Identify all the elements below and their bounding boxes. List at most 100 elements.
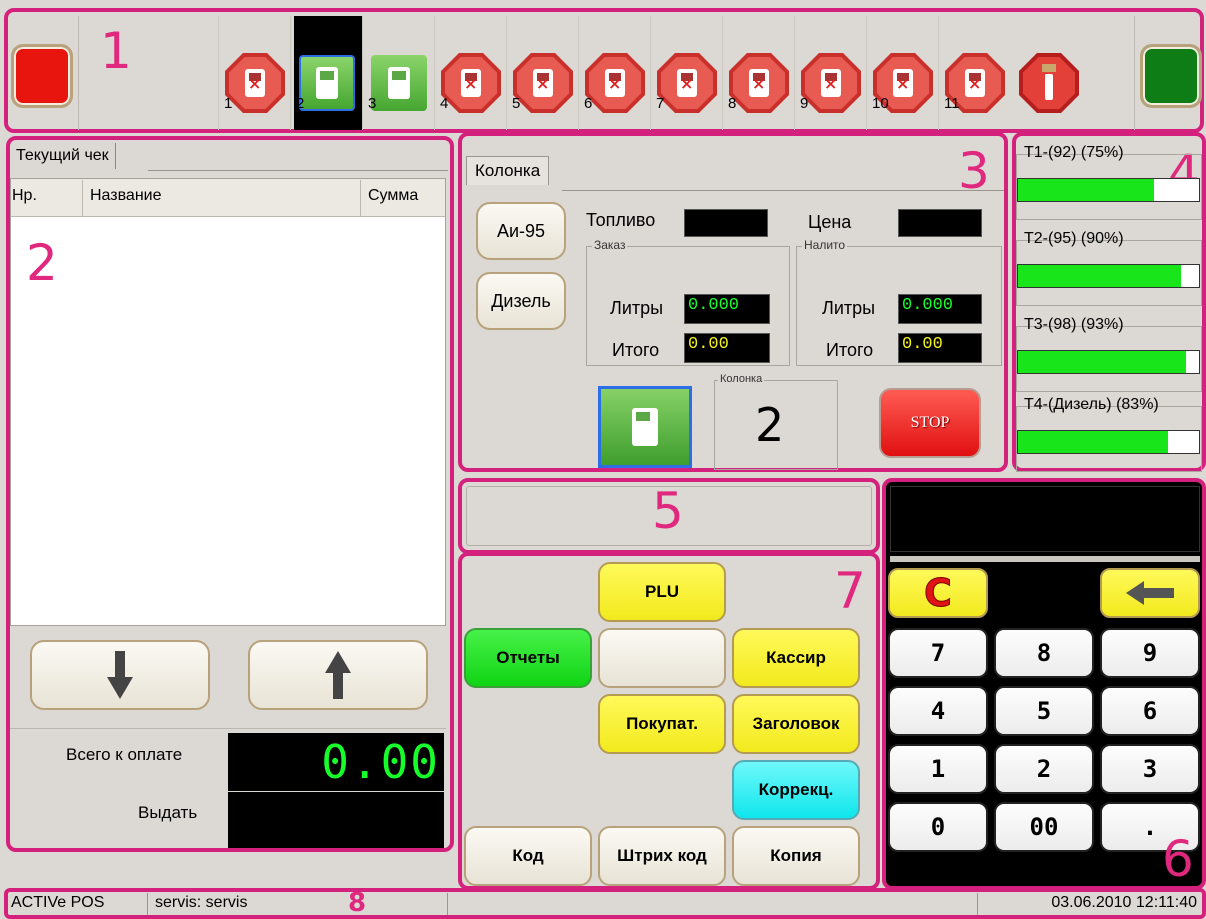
- tank-level-bar: [1017, 350, 1200, 374]
- tab-pump[interactable]: Колонка: [466, 156, 550, 185]
- keypad-key-9[interactable]: 9: [1100, 628, 1200, 678]
- status-user: servis: servis: [150, 893, 448, 915]
- tank-level-bar: [1017, 178, 1200, 202]
- region-number-8: 8: [348, 888, 367, 918]
- blocked-x-icon: ×: [896, 74, 910, 93]
- keypad-key-8[interactable]: 8: [994, 628, 1094, 678]
- keypad-key-5[interactable]: 5: [994, 686, 1094, 736]
- status-app-name: ACTIVe POS: [6, 893, 148, 915]
- tank-level-bar: [1017, 264, 1200, 288]
- receipt-list[interactable]: [10, 178, 446, 626]
- scroll-down-button[interactable]: [30, 640, 210, 710]
- poured-liters-value: 0.000: [898, 294, 982, 324]
- correction-button[interactable]: Коррекц.: [732, 760, 860, 820]
- red-action-button[interactable]: [11, 44, 73, 108]
- pump-tab-underline: [562, 190, 1004, 191]
- order-liters-label: Литры: [610, 298, 664, 318]
- pump-number-label: 4: [440, 95, 449, 112]
- blank-button[interactable]: [598, 628, 726, 688]
- pump-info-button[interactable]: [1016, 48, 1082, 118]
- pump-start-button[interactable]: [598, 386, 692, 468]
- pump-button-5[interactable]: × 5: [510, 48, 576, 118]
- pump-number-value: 2: [755, 398, 785, 452]
- pump-separator: [722, 16, 723, 130]
- region-number-5: 5: [652, 482, 684, 540]
- keypad-key-2[interactable]: 2: [994, 744, 1094, 794]
- keypad-key-7[interactable]: 7: [888, 628, 988, 678]
- pump-button-1[interactable]: × 1: [222, 48, 288, 118]
- status-empty: [450, 893, 978, 915]
- poured-liters-label: Литры: [822, 298, 876, 318]
- arrow-down-icon: [107, 651, 133, 699]
- blocked-x-icon: ×: [968, 74, 982, 93]
- pump-button-8[interactable]: × 8: [726, 48, 792, 118]
- poured-total-value: 0.00: [898, 333, 982, 363]
- clear-button[interactable]: C: [888, 568, 988, 618]
- pump-button-3[interactable]: 3: [366, 48, 432, 118]
- scroll-up-button[interactable]: [248, 640, 428, 710]
- backspace-button[interactable]: [1100, 568, 1200, 618]
- code-button[interactable]: Код: [464, 826, 592, 886]
- pump-number-label: 5: [512, 95, 521, 112]
- totals-area-divider: [10, 728, 446, 729]
- pump-number-label: 7: [656, 95, 665, 112]
- copy-button[interactable]: Копия: [732, 826, 860, 886]
- tank-level-fill: [1018, 351, 1187, 373]
- region-number-2: 2: [26, 234, 58, 292]
- region-number-3: 3: [958, 142, 990, 200]
- keypad-key-3[interactable]: 3: [1100, 744, 1200, 794]
- header-button[interactable]: Заголовок: [732, 694, 860, 754]
- fuel-button-diesel[interactable]: Дизель: [476, 272, 566, 330]
- green-action-button[interactable]: [1140, 44, 1202, 108]
- pump-available-icon: [371, 55, 427, 111]
- pump-button-10[interactable]: × 10: [870, 48, 936, 118]
- pump-button-7[interactable]: × 7: [654, 48, 720, 118]
- column-sum: Сумма: [368, 187, 419, 204]
- buyer-button[interactable]: Покупат.: [598, 694, 726, 754]
- pump-separator: [938, 16, 939, 130]
- keypad-key-0[interactable]: 0: [888, 802, 988, 852]
- pump-separator: [578, 16, 579, 130]
- keypad-key-6[interactable]: 6: [1100, 686, 1200, 736]
- pump-separator: [506, 16, 507, 130]
- barcode-button[interactable]: Штрих код: [598, 826, 726, 886]
- pump-button-11[interactable]: × 11: [942, 48, 1008, 118]
- keypad-key-1[interactable]: 1: [888, 744, 988, 794]
- column-divider-1: [82, 180, 83, 216]
- pump-separator: [866, 16, 867, 130]
- pump-button-2[interactable]: 2: [294, 48, 360, 118]
- price-label: Цена: [808, 212, 852, 232]
- pump-button-9[interactable]: × 9: [798, 48, 864, 118]
- keypad-separator: [890, 556, 1200, 562]
- pump-button-4[interactable]: × 4: [438, 48, 504, 118]
- tank-label: T2-(95) (90%): [1024, 230, 1124, 247]
- pump-separator: [362, 16, 363, 130]
- stop-info-icon: [1019, 53, 1079, 113]
- stop-button[interactable]: STOP: [879, 388, 981, 458]
- status-datetime: 03.06.2010 12:11:40: [1051, 894, 1197, 911]
- pump-button-6[interactable]: × 6: [582, 48, 648, 118]
- top-separator-right: [1134, 16, 1135, 130]
- pump-separator: [434, 16, 435, 130]
- arrow-left-icon: [1126, 581, 1174, 605]
- reports-button[interactable]: Отчеты: [464, 628, 592, 688]
- poured-caption: Налито: [802, 238, 848, 252]
- total-display: 0.00: [228, 733, 444, 791]
- keypad-key-4[interactable]: 4: [888, 686, 988, 736]
- pump-separator: [794, 16, 795, 130]
- pump-number-caption: Колонка: [718, 373, 765, 385]
- tank-level-fill: [1018, 431, 1169, 453]
- keypad-key-00[interactable]: 00: [994, 802, 1094, 852]
- pump-number-label: 9: [800, 95, 809, 112]
- cashier-button[interactable]: Кассир: [732, 628, 860, 688]
- region-number-7: 7: [834, 562, 866, 620]
- change-display: [228, 792, 444, 848]
- column-name: Название: [90, 187, 162, 204]
- tab-current-receipt[interactable]: Текущий чек: [10, 143, 116, 169]
- order-total-label: Итого: [612, 340, 660, 360]
- fuel-pump-icon: [632, 408, 658, 446]
- fuel-button-ai95[interactable]: Аи-95: [476, 202, 566, 260]
- clear-label: C: [924, 571, 953, 616]
- plu-button[interactable]: PLU: [598, 562, 726, 622]
- fuel-value: [684, 209, 768, 237]
